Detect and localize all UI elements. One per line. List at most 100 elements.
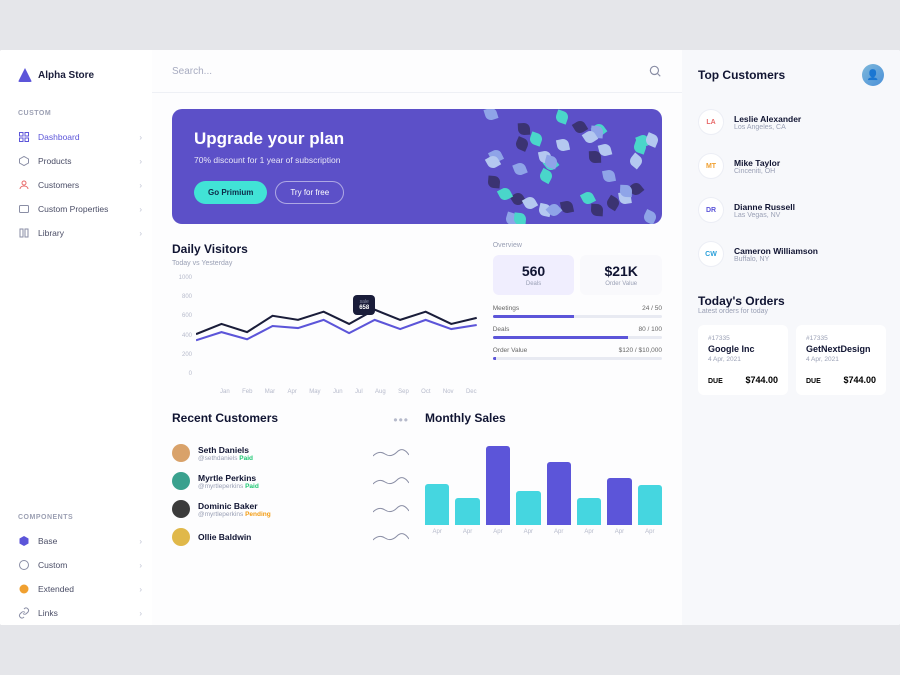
products-icon [18,155,30,167]
chevron-right-icon: › [139,205,142,214]
bar [547,462,571,525]
sidebar-item-extended[interactable]: Extended› [18,577,152,601]
card-title: Monthly Sales [425,411,662,425]
top-customer-row[interactable]: LA Leslie Alexander Los Angeles, CA [698,100,884,144]
sidebar-item-label: Links [38,608,131,618]
sidebar-item-products[interactable]: Products› [18,149,152,173]
status-badge: Paid [245,483,259,490]
chevron-right-icon: › [139,609,142,618]
customer-location: Cinceniti, OH [734,168,780,175]
customer-name: Dominic Baker [198,501,365,511]
bar [607,478,631,525]
order-date: 4 Apr, 2021 [708,356,778,363]
brand-icon [18,68,32,82]
topbar [152,50,682,93]
bar [455,498,479,525]
customer-initials-badge: CW [698,241,724,267]
right-panel: Top Customers 👤 LA Leslie Alexander Los … [682,50,900,625]
upgrade-banner: Upgrade your plan 70% discount for 1 yea… [172,109,662,224]
custom-properties-icon [18,203,30,215]
chevron-right-icon: › [139,157,142,166]
chevron-right-icon: › [139,561,142,570]
sidebar-item-base[interactable]: Base› [18,529,152,553]
bar [516,491,540,525]
customer-handle: @sethdaniels Paid [198,455,365,462]
sparkline-icon [373,530,409,544]
try-free-button[interactable]: Try for free [275,181,344,204]
customer-row[interactable]: Myrtle Perkins @myrtleperkins Paid [172,467,409,495]
card-title: Recent Customers [172,411,278,425]
order-card[interactable]: #17335 Google Inc 4 Apr, 2021 DUE $744.0… [698,325,788,395]
customer-handle: @myrtleperkins Paid [198,483,365,490]
brand-name: Alpha Store [38,70,94,81]
bar [486,446,510,525]
sidebar-item-dashboard[interactable]: Dashboard › [18,125,152,149]
main: Upgrade your plan 70% discount for 1 yea… [152,50,682,625]
sidebar-item-links[interactable]: Links › [18,601,152,625]
top-customer-row[interactable]: MT Mike Taylor Cinceniti, OH [698,144,884,188]
search-icon[interactable] [648,64,662,78]
brand[interactable]: Alpha Store [18,68,152,82]
dashboard-icon [18,131,30,143]
order-id: #17335 [708,335,778,342]
customer-location: Los Angeles, CA [734,124,801,131]
chevron-right-icon: › [139,537,142,546]
customer-handle: @myrtleperkins Pending [198,511,365,518]
order-date: 4 Apr, 2021 [806,356,876,363]
progress-order-value: Order Value$120 / $10,000 [493,347,662,360]
base-icon [18,535,30,547]
sidebar-item-library[interactable]: Library› [18,221,152,245]
avatar [172,528,190,546]
sidebar-item-label: Dashboard [38,132,131,142]
customer-row[interactable]: Seth Daniels @sethdaniels Paid [172,439,409,467]
extended-icon [18,583,30,595]
sidebar-item-label: Custom Properties [38,204,131,214]
top-customer-row[interactable]: DR Dianne Russell Las Vegas, NV [698,188,884,232]
avatar [172,500,190,518]
bar [638,485,662,525]
customer-initials-badge: DR [698,197,724,223]
order-amount: $744.00 [745,375,778,385]
customers-icon [18,179,30,191]
overview-deals: 560 Deals [493,255,575,295]
order-card[interactable]: #17335 GetNextDesign 4 Apr, 2021 DUE $74… [796,325,886,395]
customer-location: Buffalo, NY [734,256,818,263]
sidebar-item-custom[interactable]: Custom› [18,553,152,577]
sparkline-icon [373,502,409,516]
status-badge: Pending [245,511,271,518]
sidebar-section-components: COMPONENTS [18,514,152,521]
customer-name: Leslie Alexander [734,114,801,124]
top-customer-row[interactable]: CW Cameron Williamson Buffalo, NY [698,232,884,276]
links-icon [18,607,30,619]
daily-visitors-card: Daily Visitors Today vs Yesterday 100080… [172,242,477,395]
more-icon[interactable]: ••• [393,413,409,427]
sidebar-item-custom-properties[interactable]: Custom Properties › [18,197,152,221]
user-avatar[interactable]: 👤 [862,64,884,86]
order-amount: $744.00 [843,375,876,385]
visitors-chart: 10008006004002000 sale 658 JanFebMarAprM… [172,275,477,395]
avatar [172,444,190,462]
customer-name: Cameron Williamson [734,246,818,256]
search-input[interactable] [172,66,648,77]
customer-row[interactable]: Dominic Baker @myrtleperkins Pending [172,495,409,523]
recent-customers-card: Recent Customers ••• Seth Daniels @sethd… [172,411,409,551]
go-premium-button[interactable]: Go Primium [194,181,267,204]
sidebar-section-custom: CUSTOM [18,110,152,117]
chevron-right-icon: › [139,181,142,190]
sidebar-item-customers[interactable]: Customers› [18,173,152,197]
order-id: #17335 [806,335,876,342]
custom-icon [18,559,30,571]
chevron-right-icon: › [139,133,142,142]
status-badge: Paid [239,455,253,462]
bar [577,498,601,525]
order-status: DUE [708,378,723,385]
order-name: Google Inc [708,344,778,354]
chart-tooltip: sale 658 [353,295,375,315]
card-subtitle: Today vs Yesterday [172,260,477,267]
orders-title: Today's Orders [698,294,884,308]
overview-order-value: $21K Order Value [580,255,662,295]
bar [425,484,449,525]
customer-row[interactable]: Ollie Baldwin [172,523,409,551]
order-name: GetNextDesign [806,344,876,354]
library-icon [18,227,30,239]
